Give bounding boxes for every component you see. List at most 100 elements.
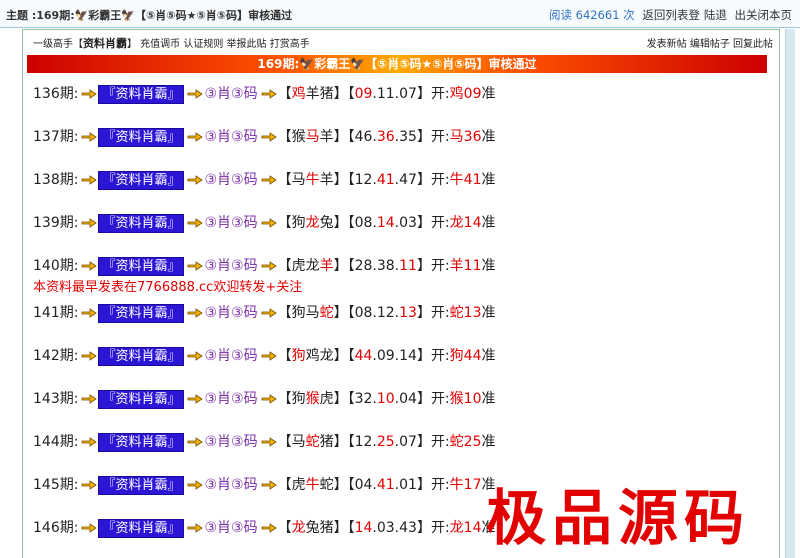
bracket-close: 】 <box>333 258 348 274</box>
watermark-logo: 极品源码 <box>486 484 750 554</box>
zodiac-3: 羊 <box>319 129 334 145</box>
back-to-list-link[interactable]: 返回列表登 <box>642 8 700 22</box>
result-value: 狗44 <box>449 348 482 364</box>
result-suffix: 准 <box>481 348 496 364</box>
logout-link[interactable]: 陆退 <box>704 8 727 22</box>
pointing-hand-icon <box>188 89 204 99</box>
bracket-open: 【 <box>277 520 292 536</box>
post-actions[interactable]: 发表新帖 编辑帖子 回复此帖 <box>647 35 773 50</box>
source-tag: 『资料肖霸』 <box>98 170 185 190</box>
source-tag: 『资料肖霸』 <box>98 475 185 495</box>
number-2: .11.07 <box>372 86 417 102</box>
pointing-hand-icon <box>188 261 204 271</box>
number-1: 12. <box>354 172 377 188</box>
number-3: .04 <box>394 391 417 407</box>
scrollbar[interactable] <box>785 29 795 558</box>
result-suffix: 准 <box>481 215 496 231</box>
result-value: 蛇25 <box>449 434 482 450</box>
number-1: 32. <box>354 391 377 407</box>
code-label: ③肖③码 <box>204 348 258 364</box>
result-value: 龙14 <box>449 215 482 231</box>
result-label: 开: <box>430 215 450 231</box>
code-label: ③肖③码 <box>204 215 258 231</box>
bracket-close: 】 <box>333 477 348 493</box>
number-1: 04. <box>354 477 377 493</box>
result-label: 开: <box>430 86 450 102</box>
pointing-hand-icon <box>188 351 204 361</box>
period-label: 145期: <box>33 477 79 493</box>
pointing-hand-icon <box>188 132 204 142</box>
period-label: 137期: <box>33 129 79 145</box>
bracket-close: 】 <box>333 520 348 536</box>
author-actions: 一级高手【资料肖霸】 充值调币 认证规则 举报此贴 打赏高手 <box>33 35 310 51</box>
zodiac-1: 马 <box>291 434 306 450</box>
zodiac-1: 鸡 <box>291 86 306 102</box>
result-suffix: 准 <box>481 129 496 145</box>
pointing-hand-icon <box>188 437 204 447</box>
period-label: 144期: <box>33 434 79 450</box>
result-suffix: 准 <box>481 434 496 450</box>
zodiac-1: 狗 <box>291 391 306 407</box>
pointing-hand-icon <box>82 218 98 228</box>
result-label: 开: <box>430 172 450 188</box>
table-row: 141期: 『资料肖霸』 ③肖③码 【狗马蛇】【08.12.13】开:蛇13准 <box>33 303 496 323</box>
period-label: 142期: <box>33 348 79 364</box>
code-label: ③肖③码 <box>204 391 258 407</box>
number-1: 14 <box>354 520 373 536</box>
zodiac-1: 虎 <box>291 477 306 493</box>
result-value: 马36 <box>449 129 482 145</box>
period-label: 143期: <box>33 391 79 407</box>
zodiac-2: 羊猪 <box>305 86 334 102</box>
zodiac-1: 马 <box>291 172 306 188</box>
period-label: 138期: <box>33 172 79 188</box>
result-label: 开: <box>430 520 450 536</box>
period-label: 140期: <box>33 258 79 274</box>
close-page-link[interactable]: 出关闭本页 <box>735 8 793 22</box>
source-tag: 『资料肖霸』 <box>98 303 185 323</box>
pointing-hand-icon <box>261 261 277 271</box>
author-name[interactable]: 资料肖霸 <box>83 37 127 50</box>
pointing-hand-icon <box>188 308 204 318</box>
bracket-open: 【 <box>277 348 292 364</box>
number-1: 08. <box>354 215 377 231</box>
number-2: 41 <box>376 172 395 188</box>
pointing-hand-icon <box>261 132 277 142</box>
zodiac-2: 牛 <box>305 477 320 493</box>
pointing-hand-icon <box>261 480 277 490</box>
source-tag: 『资料肖霸』 <box>98 518 185 538</box>
source-tag: 『资料肖霸』 <box>98 346 185 366</box>
pointing-hand-icon <box>188 523 204 533</box>
bracket-open: 【 <box>277 391 292 407</box>
pointing-hand-icon <box>188 175 204 185</box>
table-row: 140期: 『资料肖霸』 ③肖③码 【虎龙羊】【28.38.11】开:羊11准 <box>33 256 496 276</box>
zodiac-1: 龙 <box>291 520 306 536</box>
pointing-hand-icon <box>188 480 204 490</box>
zodiac-2: 猴 <box>305 391 320 407</box>
author-links[interactable]: 】 充值调币 认证规则 举报此贴 打赏高手 <box>127 39 310 50</box>
pointing-hand-icon <box>261 437 277 447</box>
number-2: 41 <box>376 477 395 493</box>
bracket-open: 【 <box>277 305 292 321</box>
pointing-hand-icon <box>261 218 277 228</box>
pointing-hand-icon <box>82 261 98 271</box>
zodiac-2: 蛇 <box>305 434 320 450</box>
source-tag: 『资料肖霸』 <box>98 389 185 409</box>
table-row: 139期: 『资料肖霸』 ③肖③码 【狗龙兔】【08.14.03】开:龙14准 <box>33 213 496 233</box>
pointing-hand-icon <box>261 394 277 404</box>
zodiac-1: 狗 <box>291 215 306 231</box>
top-bar-actions: 阅读 642661 次 返回列表登 陆退 出关闭本页 <box>549 7 792 23</box>
number-3: .01 <box>394 477 417 493</box>
number-3: .47 <box>394 172 417 188</box>
number-3: .35 <box>394 129 417 145</box>
read-count: 阅读 642661 次 <box>548 8 635 22</box>
result-value: 羊11 <box>449 258 482 274</box>
bracket-close: 】 <box>333 129 348 145</box>
code-label: ③肖③码 <box>204 86 258 102</box>
zodiac-2: 兔猪 <box>305 520 334 536</box>
zodiac-2: 牛 <box>305 172 320 188</box>
bracket-close: 】 <box>333 86 348 102</box>
source-tag: 『资料肖霸』 <box>98 127 185 147</box>
pointing-hand-icon <box>82 394 98 404</box>
result-label: 开: <box>430 305 450 321</box>
pointing-hand-icon <box>261 175 277 185</box>
